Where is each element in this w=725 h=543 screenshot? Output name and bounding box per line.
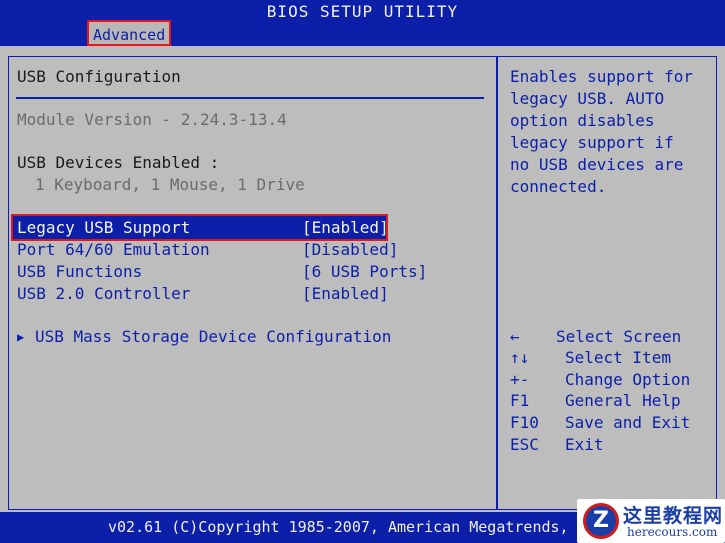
setting-label: Port 64/60 Emulation <box>17 240 210 259</box>
copyright-text: v02.61 (C)Copyright 1985-2007, American … <box>108 518 569 536</box>
watermark-logo-icon: Z <box>583 503 619 539</box>
setting-label: USB Functions <box>17 262 143 281</box>
setting-label: USB 2.0 Controller <box>17 284 191 303</box>
key-select-item-label: Select Item <box>565 348 671 367</box>
section-title: USB Configuration <box>17 67 181 86</box>
key-select-screen-icon: ← <box>510 327 520 346</box>
key-save-exit-icon: F10 <box>510 413 539 432</box>
setting-value[interactable]: [Disabled] <box>302 239 398 261</box>
key-general-help-icon: F1 <box>510 391 530 410</box>
setting-value[interactable]: [6 USB Ports] <box>302 261 427 283</box>
setting-value[interactable]: [Enabled] <box>302 217 389 239</box>
key-select-screen-label: Select Screen <box>556 327 682 346</box>
key-exit-icon: ESC <box>510 435 539 454</box>
watermark-url: herecours.com <box>627 525 718 539</box>
devices-list: 1 Keyboard, 1 Mouse, 1 Drive <box>35 175 305 194</box>
key-save-exit-label: Save and Exit <box>565 413 691 432</box>
key-select-item-icon: ↑↓ <box>510 348 530 367</box>
section-underline <box>16 97 484 99</box>
submenu-label: USB Mass Storage Device Configuration <box>35 327 392 346</box>
setting-value[interactable]: [Enabled] <box>302 283 389 305</box>
watermark-text: 这里教程网 <box>623 505 724 527</box>
panel-divider <box>496 56 498 510</box>
submenu-arrow-icon: ▶ <box>17 330 25 344</box>
key-exit-label: Exit <box>565 435 604 454</box>
tab-advanced[interactable]: Advanced <box>87 20 172 46</box>
key-change-option-icon: +- <box>510 370 530 389</box>
help-text: Enables support for legacy USB. AUTO opt… <box>510 67 703 196</box>
devices-heading: USB Devices Enabled : <box>17 153 220 172</box>
watermark: Z 这里教程网 herecours.com <box>577 499 725 543</box>
key-general-help-label: General Help <box>565 391 681 410</box>
module-version: Module Version - 2.24.3-13.4 <box>17 110 287 129</box>
key-change-option-label: Change Option <box>565 370 691 389</box>
setting-label: Legacy USB Support <box>17 218 191 237</box>
